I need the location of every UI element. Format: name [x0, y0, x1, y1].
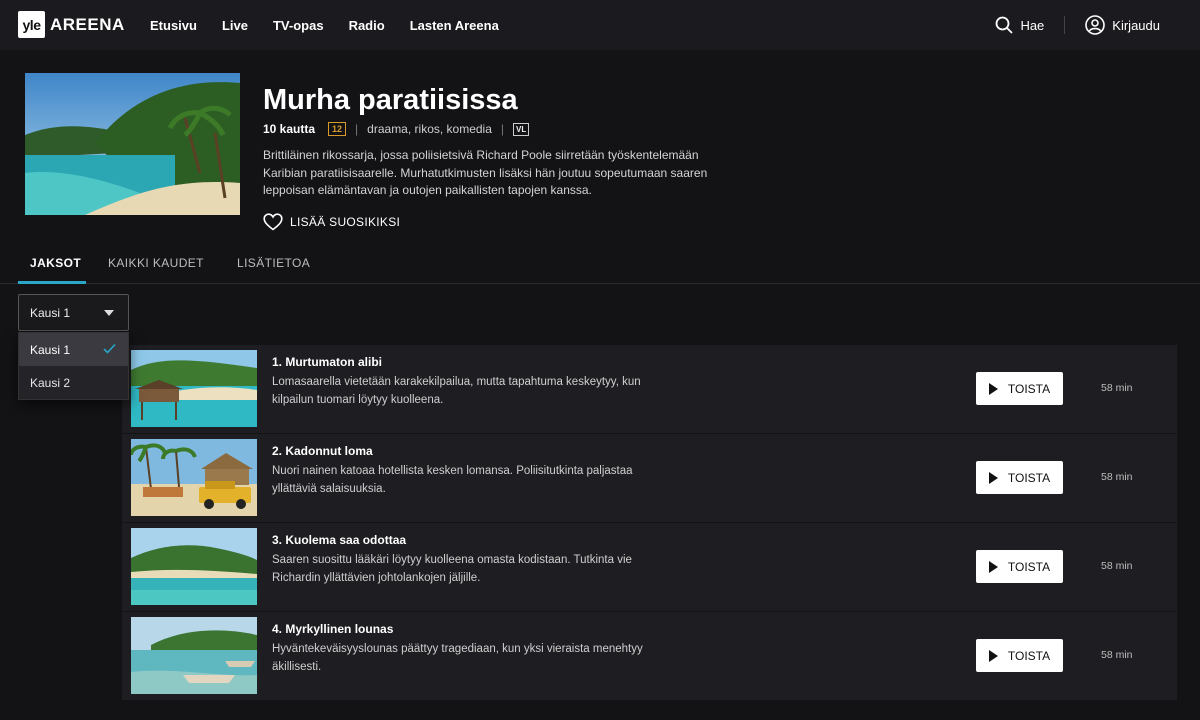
episode-row[interactable]: 3. Kuolema saa odottaa Saaren suosittu l… [122, 523, 1177, 611]
user-icon [1085, 15, 1106, 35]
nav-tv-opas[interactable]: TV-opas [273, 18, 324, 33]
season-option-label: Kausi 1 [30, 342, 71, 357]
nav-right-actions: Hae Kirjaudu [995, 0, 1160, 50]
play-icon [988, 560, 998, 573]
episode-row[interactable]: 4. Myrkyllinen lounas Hyväntekeväisyyslo… [122, 612, 1177, 700]
play-label: TOISTA [1007, 648, 1051, 663]
episode-description: Saaren suosittu lääkäri löytyy kuolleena… [272, 554, 632, 584]
series-description: Brittiläinen rikossarja, jossa poliisiet… [263, 148, 708, 197]
episode-duration: 58 min [1101, 560, 1133, 572]
play-button[interactable]: TOISTA [976, 639, 1063, 672]
season-option-1[interactable]: Kausi 1 [19, 333, 128, 366]
genres: draama, rikos, komedia [367, 122, 492, 136]
play-icon [988, 471, 998, 484]
episode-thumbnail [131, 617, 257, 694]
play-icon [988, 382, 998, 395]
subtitle-badge: VL [513, 122, 530, 136]
play-icon [988, 649, 998, 662]
episode-duration: 58 min [1101, 382, 1133, 394]
play-label: TOISTA [1007, 559, 1051, 574]
top-navigation-bar: yle AREENA Etusivu Live TV-opas Radio La… [0, 0, 1200, 50]
episode-duration: 58 min [1101, 649, 1133, 661]
series-title: Murha paratiisissa [263, 84, 518, 116]
search-label: Hae [1020, 17, 1045, 33]
season-select-value: Kausi 1 [30, 305, 71, 320]
season-option-2[interactable]: Kausi 2 [19, 366, 128, 399]
episode-title[interactable]: 3. Kuolema saa odottaa [272, 533, 406, 547]
season-dropdown-menu: Kausi 1 Kausi 2 [18, 332, 129, 400]
add-favorite-label: LISÄÄ SUOSIKIKSI [290, 215, 401, 229]
main-nav: Etusivu Live TV-opas Radio Lasten Areena [150, 0, 524, 50]
episode-description: Hyväntekeväisyyslounas päättyy tragediaa… [272, 643, 643, 673]
play-button[interactable]: TOISTA [976, 461, 1063, 494]
episode-row[interactable]: 1. Murtumaton alibi Lomasaarella vietetä… [122, 345, 1177, 433]
checkmark-icon [103, 343, 116, 354]
season-option-label: Kausi 2 [30, 375, 71, 390]
tab-lisatietoa[interactable]: LISÄTIETOA [237, 256, 310, 270]
season-select[interactable]: Kausi 1 [18, 294, 129, 331]
add-favorite-button[interactable]: LISÄÄ SUOSIKIKSI [263, 213, 400, 231]
episode-list: 1. Murtumaton alibi Lomasaarella vietetä… [122, 345, 1177, 701]
meta-separator: | [355, 122, 359, 136]
series-meta: 10 kautta 12 | draama, rikos, komedia | … [263, 122, 530, 136]
episode-title[interactable]: 2. Kadonnut loma [272, 444, 373, 458]
play-label: TOISTA [1007, 381, 1051, 396]
nav-radio[interactable]: Radio [349, 18, 385, 33]
search-icon [996, 16, 1013, 34]
episode-duration: 58 min [1101, 471, 1133, 483]
yle-logo-mark: yle [18, 11, 45, 38]
play-button[interactable]: TOISTA [976, 550, 1063, 583]
play-label: TOISTA [1007, 470, 1051, 485]
episode-thumbnail [131, 350, 257, 427]
episode-description: Lomasaarella vietetään karakekilpailua, … [272, 376, 641, 406]
nav-etusivu[interactable]: Etusivu [150, 18, 197, 33]
login-label: Kirjaudu [1112, 17, 1160, 33]
episode-title[interactable]: 4. Myrkyllinen lounas [272, 622, 393, 636]
nav-live[interactable]: Live [222, 18, 248, 33]
meta-separator: | [500, 122, 505, 136]
age-rating-badge: 12 [328, 122, 347, 136]
series-cover-image [25, 73, 240, 215]
episode-row[interactable]: 2. Kadonnut loma Nuori nainen katoaa hot… [122, 434, 1177, 522]
active-tab-indicator [18, 281, 86, 284]
login-button[interactable]: Kirjaudu [1085, 15, 1160, 35]
episode-thumbnail [131, 528, 257, 605]
yle-areena-logo[interactable]: yle AREENA [18, 11, 125, 38]
content-tabs: JAKSOT KAIKKI KAUDET LISÄTIETOA [0, 243, 1200, 284]
heart-icon [263, 213, 283, 231]
episode-title[interactable]: 1. Murtumaton alibi [272, 355, 382, 369]
play-button[interactable]: TOISTA [976, 372, 1063, 405]
nav-lasten-areena[interactable]: Lasten Areena [410, 18, 499, 33]
tab-kaikki-kaudet[interactable]: KAIKKI KAUDET [108, 256, 204, 270]
tab-jaksot[interactable]: JAKSOT [30, 256, 81, 270]
caret-down-icon [104, 310, 114, 316]
search-button[interactable]: Hae [995, 16, 1044, 34]
season-count: 10 kautta [263, 122, 316, 136]
nav-divider [1064, 16, 1066, 34]
areena-logo-text: AREENA [50, 14, 125, 34]
episode-thumbnail [131, 439, 257, 516]
episode-description: Nuori nainen katoaa hotellista kesken lo… [272, 465, 633, 495]
